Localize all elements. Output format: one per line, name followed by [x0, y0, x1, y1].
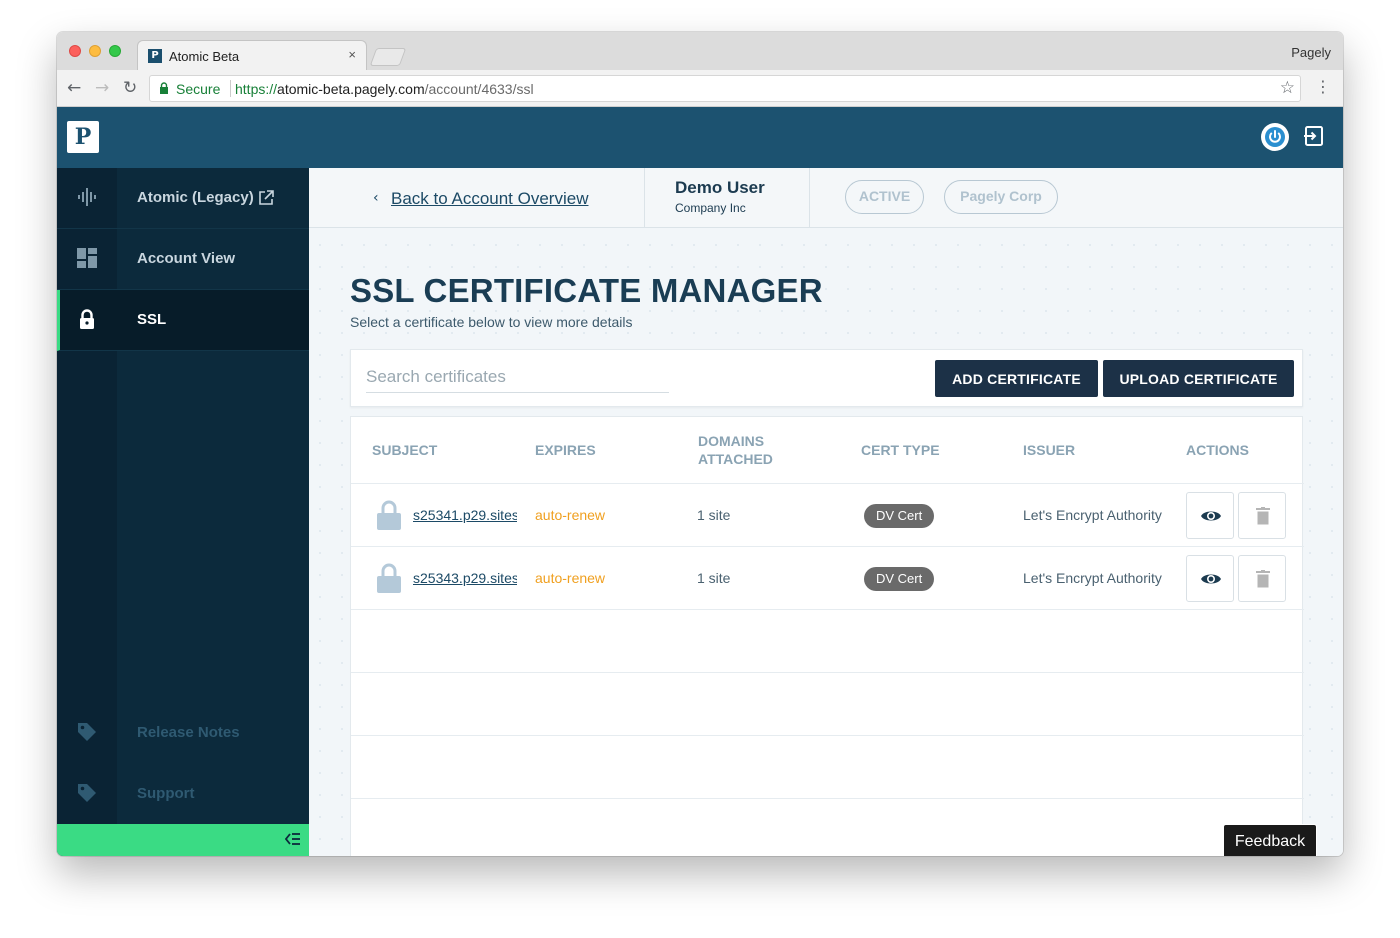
add-certificate-button[interactable]: ADD CERTIFICATE	[935, 360, 1098, 397]
reload-icon[interactable]: ↻	[123, 78, 137, 98]
eye-icon	[1201, 574, 1221, 584]
main-content: ‹ Back to Account Overview Demo User Com…	[309, 168, 1343, 856]
certificate-subject-link[interactable]: s25343.p29.sites	[413, 547, 517, 609]
sidebar-item-label: Atomic (Legacy)	[137, 189, 254, 206]
certificate-subject-link[interactable]: s25341.p29.sites.	[413, 484, 517, 546]
page-title: SSL CERTIFICATE MANAGER	[350, 272, 823, 309]
chevron-left-icon[interactable]: ‹	[373, 190, 379, 206]
table-row[interactable]: s25341.p29.sites. auto-renew 1 site DV C…	[351, 483, 1304, 546]
sidebar-item-ssl[interactable]: SSL	[57, 290, 309, 351]
url-path: /account/4633/ssl	[424, 81, 534, 97]
logout-icon[interactable]	[1303, 125, 1325, 147]
profile-name[interactable]: Pagely	[1291, 45, 1331, 60]
back-to-account-link[interactable]: Back to Account Overview	[391, 189, 588, 209]
bookmark-star-icon[interactable]: ☆	[1280, 78, 1295, 98]
view-certificate-button[interactable]	[1186, 555, 1234, 602]
column-header-issuer[interactable]: ISSUER	[1023, 417, 1075, 483]
sidebar-item-label: Support	[137, 785, 195, 802]
tag-icon	[78, 784, 96, 802]
user-name: Demo User	[675, 178, 765, 197]
sidebar: Atomic (Legacy) Account View SSL Release…	[57, 168, 309, 856]
divider	[809, 168, 810, 228]
org-badge: Pagely Corp	[944, 180, 1058, 214]
collapse-sidebar-icon[interactable]	[285, 831, 301, 847]
certificate-domains: 1 site	[697, 507, 731, 523]
url-scheme: https://	[235, 81, 278, 97]
page-subtitle: Select a certificate below to view more …	[350, 314, 633, 330]
browser-menu-icon[interactable]: ⋮	[1315, 77, 1331, 96]
upload-certificate-button[interactable]: UPLOAD CERTIFICATE	[1103, 360, 1294, 397]
empty-table-row	[351, 735, 1304, 798]
feedback-button[interactable]: Feedback	[1223, 824, 1317, 856]
sidebar-item-label: Account View	[137, 250, 236, 267]
waveform-icon	[78, 188, 96, 206]
divider	[644, 168, 645, 228]
url-host: atomic-beta.pagely.com	[277, 81, 425, 97]
new-tab-button[interactable]	[369, 48, 407, 66]
sidebar-item-account-view[interactable]: Account View	[57, 229, 309, 290]
sidebar-item-label: Release Notes	[137, 724, 240, 741]
table-row[interactable]: s25343.p29.sites auto-renew 1 site DV Ce…	[351, 546, 1304, 609]
tag-icon	[78, 723, 96, 741]
column-header-expires[interactable]: EXPIRES	[535, 417, 596, 483]
empty-table-row	[351, 609, 1304, 672]
back-arrow-icon[interactable]: ←	[67, 78, 81, 98]
view-certificate-button[interactable]	[1186, 492, 1234, 539]
user-company: Company Inc	[675, 201, 746, 215]
sidebar-item-support[interactable]: Support	[57, 764, 309, 825]
secure-label: Secure	[176, 81, 221, 97]
trash-icon	[1256, 507, 1270, 525]
power-icon[interactable]	[1261, 123, 1289, 151]
search-toolbar: ADD CERTIFICATE UPLOAD CERTIFICATE	[350, 349, 1303, 407]
empty-table-row	[351, 672, 1304, 735]
external-link-icon	[259, 190, 274, 205]
column-header-domains[interactable]: DOMAINS ATTACHED	[698, 417, 798, 483]
certificate-expires: auto-renew	[535, 570, 606, 586]
column-header-subject[interactable]: SUBJECT	[372, 417, 437, 483]
column-header-cert-type[interactable]: CERT TYPE	[861, 417, 940, 483]
certificates-table: SUBJECT EXPIRES DOMAINS ATTACHED CERT TY…	[350, 416, 1304, 856]
delete-certificate-button[interactable]	[1238, 555, 1286, 602]
certificate-issuer: Let's Encrypt Authority	[1023, 570, 1162, 586]
url-text: https://atomic-beta.pagely.com/account/4…	[235, 81, 534, 97]
browser-window: P Atomic Beta × Pagely ← → ↻ Secure http…	[57, 32, 1343, 856]
certificate-expires: auto-renew	[535, 507, 606, 523]
pagely-logo[interactable]: P	[67, 121, 99, 153]
trash-icon	[1256, 570, 1270, 588]
certificate-domains: 1 site	[697, 570, 731, 586]
certificate-lock-icon	[375, 484, 405, 546]
maximize-window-button[interactable]	[109, 45, 121, 57]
search-input[interactable]	[366, 361, 669, 393]
sidebar-footer	[57, 824, 309, 856]
sidebar-item-label: SSL	[137, 311, 167, 328]
eye-icon	[1201, 511, 1221, 521]
minimize-window-button[interactable]	[89, 45, 101, 57]
browser-toolbar: ← → ↻ Secure https://atomic-beta.pagely.…	[57, 70, 1343, 107]
url-divider	[230, 80, 231, 97]
empty-table-row	[351, 798, 1304, 856]
status-badge-active: ACTIVE	[845, 180, 924, 214]
cert-type-badge: DV Cert	[864, 504, 935, 528]
sidebar-item-atomic-legacy[interactable]: Atomic (Legacy)	[57, 168, 309, 229]
column-header-actions: ACTIONS	[1186, 442, 1249, 458]
browser-tab[interactable]: P Atomic Beta ×	[137, 40, 367, 70]
app-header: P	[57, 107, 1343, 168]
address-bar[interactable]: Secure https://atomic-beta.pagely.com/ac…	[149, 75, 1301, 102]
certificate-issuer: Let's Encrypt Authority	[1023, 507, 1162, 523]
forward-arrow-icon[interactable]: →	[95, 78, 109, 98]
delete-certificate-button[interactable]	[1238, 492, 1286, 539]
tab-close-icon[interactable]: ×	[348, 47, 356, 62]
close-window-button[interactable]	[69, 45, 81, 57]
cert-type-badge: DV Cert	[864, 567, 935, 591]
tab-strip: P Atomic Beta × Pagely	[57, 32, 1343, 70]
pagely-favicon-icon: P	[148, 49, 162, 63]
dashboard-icon	[77, 248, 97, 268]
sidebar-item-release-notes[interactable]: Release Notes	[57, 703, 309, 764]
tab-title: Atomic Beta	[169, 49, 240, 64]
lock-icon	[80, 309, 94, 329]
account-subnav: ‹ Back to Account Overview Demo User Com…	[309, 168, 1343, 228]
certificate-lock-icon	[375, 547, 405, 609]
secure-lock-icon	[160, 82, 168, 94]
